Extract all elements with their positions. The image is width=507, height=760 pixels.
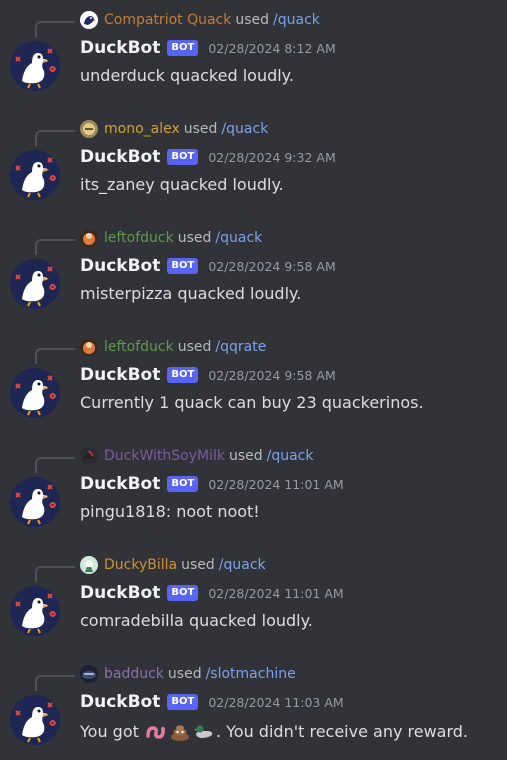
bot-tag: BOT — [167, 367, 199, 383]
bot-avatar[interactable] — [10, 150, 60, 200]
bot-tag: BOT — [167, 476, 199, 492]
bot-avatar[interactable] — [10, 41, 60, 91]
reply-connector — [35, 348, 75, 364]
reply-used-text: used — [177, 230, 212, 246]
reply-reference[interactable]: Compatriot Quack used /quack — [80, 10, 320, 30]
reply-reference[interactable]: DuckWithSoyMilk used /quack — [80, 446, 314, 466]
timestamp: 02/28/2024 11:03 AM — [208, 694, 344, 710]
reply-username[interactable]: leftofduck — [104, 339, 174, 355]
message: leftofduck used /qqrate DuckBot BOT 02/2… — [0, 327, 507, 427]
reply-command[interactable]: /quack — [221, 121, 268, 137]
bot-tag: BOT — [167, 258, 199, 274]
timestamp: 02/28/2024 8:12 AM — [208, 40, 336, 56]
bot-avatar[interactable] — [10, 259, 60, 309]
reply-user-avatar[interactable] — [80, 556, 98, 574]
message-content: its_zaney quacked loudly. — [80, 175, 284, 194]
bot-avatar[interactable] — [10, 368, 60, 418]
reply-user-avatar[interactable] — [80, 338, 98, 356]
bot-name[interactable]: DuckBot — [80, 38, 160, 58]
bot-avatar[interactable] — [10, 695, 60, 745]
message-header: DuckBot BOT 02/28/2024 9:58 AM — [80, 254, 336, 278]
poop-emoji-icon — [169, 720, 191, 742]
bot-name[interactable]: DuckBot — [80, 692, 160, 712]
reply-username[interactable]: mono_alex — [104, 121, 180, 137]
reply-used-text: used — [183, 121, 218, 137]
reply-used-text: used — [177, 339, 212, 355]
timestamp: 02/28/2024 9:32 AM — [208, 149, 336, 165]
reply-command[interactable]: /quack — [273, 12, 320, 28]
bot-name[interactable]: DuckBot — [80, 583, 160, 603]
content-prefix: You got — [80, 721, 144, 741]
bot-name[interactable]: DuckBot — [80, 147, 160, 167]
bot-name[interactable]: DuckBot — [80, 365, 160, 385]
message-content: underduck quacked loudly. — [80, 66, 294, 85]
reply-user-avatar[interactable] — [80, 120, 98, 138]
bot-tag: BOT — [167, 149, 199, 165]
message: mono_alex used /quack DuckBot BOT 02/28/… — [0, 109, 507, 209]
reply-connector — [35, 239, 75, 255]
reply-connector — [35, 675, 75, 691]
message-header: DuckBot BOT 02/28/2024 11:03 AM — [80, 690, 344, 714]
reply-reference[interactable]: badduck used /slotmachine — [80, 664, 296, 684]
message-header: DuckBot BOT 02/28/2024 8:12 AM — [80, 36, 336, 60]
content-suffix: . You didn't receive any reward. — [215, 721, 469, 741]
message-header: DuckBot BOT 02/28/2024 9:58 AM — [80, 363, 336, 387]
message: Compatriot Quack used /quack DuckBot BOT… — [0, 0, 507, 100]
reply-user-avatar[interactable] — [80, 665, 98, 683]
reply-connector — [35, 457, 75, 473]
reply-username[interactable]: DuckyBilla — [104, 557, 177, 573]
message-content: comradebilla quacked loudly. — [80, 611, 313, 630]
reply-command[interactable]: /quack — [219, 557, 266, 573]
reply-used-text: used — [228, 448, 263, 464]
timestamp: 02/28/2024 9:58 AM — [208, 367, 336, 383]
bot-name[interactable]: DuckBot — [80, 256, 160, 276]
message: DuckyBilla used /quack DuckBot BOT 02/28… — [0, 545, 507, 645]
reply-user-avatar[interactable] — [80, 11, 98, 29]
bot-tag: BOT — [167, 40, 199, 56]
reply-user-avatar[interactable] — [80, 229, 98, 247]
reply-used-text: used — [167, 666, 202, 682]
reply-used-text: used — [235, 12, 270, 28]
reply-reference[interactable]: mono_alex used /quack — [80, 119, 268, 139]
reply-used-text: used — [181, 557, 215, 573]
message-content: Currently 1 quack can buy 23 quackerinos… — [80, 393, 424, 412]
duck-emoji-icon — [193, 720, 215, 742]
message-content: You got . You didn't receive any reward. — [80, 720, 468, 742]
bot-avatar[interactable] — [10, 477, 60, 527]
timestamp: 02/28/2024 11:01 AM — [208, 585, 344, 601]
reply-connector — [35, 130, 75, 146]
timestamp: 02/28/2024 11:01 AM — [208, 476, 344, 492]
reply-connector — [35, 566, 75, 582]
bot-avatar[interactable] — [10, 586, 60, 636]
message-header: DuckBot BOT 02/28/2024 11:01 AM — [80, 581, 344, 605]
message: badduck used /slotmachine DuckBot BOT 02… — [0, 654, 507, 754]
reply-username[interactable]: DuckWithSoyMilk — [104, 448, 225, 464]
message-header: DuckBot BOT 02/28/2024 9:32 AM — [80, 145, 336, 169]
worm-emoji-icon — [145, 720, 167, 742]
bot-tag: BOT — [167, 694, 199, 710]
reply-username[interactable]: badduck — [104, 666, 164, 682]
reply-command[interactable]: /qqrate — [215, 339, 266, 355]
reply-reference[interactable]: DuckyBilla used /quack — [80, 555, 266, 575]
message-header: DuckBot BOT 02/28/2024 11:01 AM — [80, 472, 344, 496]
message: leftofduck used /quack DuckBot BOT 02/28… — [0, 218, 507, 318]
reply-reference[interactable]: leftofduck used /quack — [80, 228, 262, 248]
reply-username[interactable]: leftofduck — [104, 230, 174, 246]
reply-command[interactable]: /quack — [267, 448, 314, 464]
bot-name[interactable]: DuckBot — [80, 474, 160, 494]
reply-command[interactable]: /slotmachine — [206, 666, 296, 682]
reply-connector — [35, 21, 75, 37]
reply-username[interactable]: Compatriot Quack — [104, 12, 231, 28]
reply-reference[interactable]: leftofduck used /qqrate — [80, 337, 266, 357]
reply-command[interactable]: /quack — [215, 230, 262, 246]
reply-user-avatar[interactable] — [80, 447, 98, 465]
message-content: pingu1818: noot noot! — [80, 502, 260, 521]
bot-tag: BOT — [167, 585, 199, 601]
message: DuckWithSoyMilk used /quack DuckBot BOT … — [0, 436, 507, 536]
message-content: misterpizza quacked loudly. — [80, 284, 302, 303]
timestamp: 02/28/2024 9:58 AM — [208, 258, 336, 274]
